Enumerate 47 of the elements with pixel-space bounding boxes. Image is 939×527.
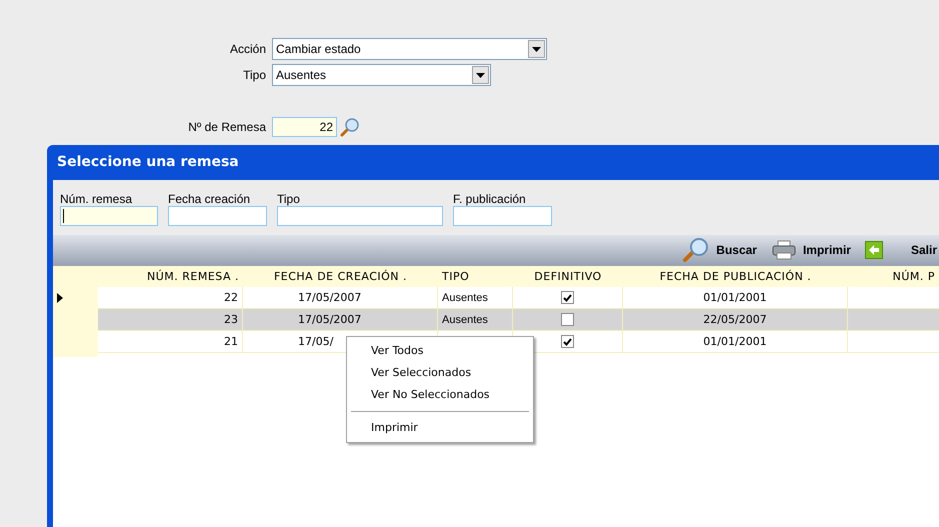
filter-label: F. publicación: [453, 191, 527, 206]
toolbar-button[interactable]: Salir: [910, 241, 937, 259]
table-cell: 22/05/2007: [703, 313, 767, 326]
column-header[interactable]: FECHA DE CREACIÓN .: [243, 266, 438, 287]
menu-item[interactable]: Ver Seleccionados: [347, 362, 533, 384]
menu-item[interactable]: Ver No Seleccionados: [347, 384, 533, 406]
printer-icon[interactable]: [770, 240, 797, 260]
dialog-title: Seleccione una remesa: [57, 153, 239, 172]
column-header[interactable]: NÚM. REMESA .: [98, 266, 243, 287]
field-label: Tipo: [242, 67, 267, 84]
table-row[interactable]: 23 17/05/2007 Ausentes 22/05/2007: [98, 309, 939, 331]
filter-field[interactable]: [453, 206, 552, 226]
table-cell: 01/01/2001: [703, 291, 767, 304]
checkbox[interactable]: [561, 291, 574, 304]
table-cell: 01/01/2001: [703, 335, 767, 348]
toolbar-button[interactable]: Buscar: [716, 241, 757, 259]
table-cell: 17/05/2007: [298, 291, 362, 304]
dropdown[interactable]: Ausentes: [272, 64, 491, 86]
filter-label: Núm. remesa: [60, 191, 134, 206]
menu-item[interactable]: Imprimir: [347, 417, 533, 439]
column-header[interactable]: NÚM. P: [848, 266, 939, 287]
menu-item[interactable]: Ver Todos: [347, 340, 533, 362]
filter-field[interactable]: [60, 206, 158, 226]
table-cell: 17/05/: [298, 335, 334, 348]
table-cell: 23: [224, 313, 238, 326]
checkbox[interactable]: [561, 335, 574, 348]
table-cell: Ausentes: [442, 314, 488, 326]
checkbox[interactable]: [561, 313, 574, 326]
field-label: Acción: [228, 41, 267, 58]
filter-label: Fecha creación: [168, 191, 252, 206]
table-cell: Ausentes: [442, 292, 488, 304]
table-cell: 17/05/2007: [298, 313, 362, 326]
column-header[interactable]: TIPO: [438, 266, 513, 287]
filter-label: Tipo: [277, 191, 301, 206]
table-cell: 22: [224, 291, 238, 304]
toolbar-button[interactable]: Imprimir: [802, 241, 851, 259]
search-icon[interactable]: [682, 237, 710, 263]
number-field[interactable]: 22: [272, 117, 337, 137]
filter-field[interactable]: [277, 206, 443, 226]
table-cell: 21: [224, 335, 238, 348]
field-label: Nº de Remesa: [187, 119, 267, 136]
dropdown[interactable]: Cambiar estado: [272, 38, 547, 60]
column-header[interactable]: FECHA DE PUBLICACIÓN .: [623, 266, 848, 287]
table-row[interactable]: 22 17/05/2007 Ausentes 01/01/2001: [98, 287, 939, 309]
column-header[interactable]: DEFINITIVO: [513, 266, 623, 287]
filter-field[interactable]: [168, 206, 267, 226]
search-icon[interactable]: [339, 116, 361, 138]
